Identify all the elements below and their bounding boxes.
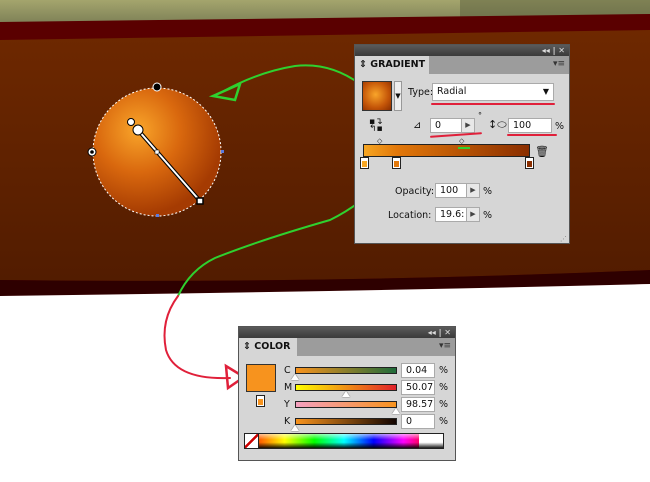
channel-slider[interactable]	[295, 367, 397, 374]
degree-symbol: °	[478, 111, 482, 120]
angle-value: 0	[435, 120, 442, 131]
aspect-value: 100	[513, 120, 532, 131]
focus-handle[interactable]	[127, 118, 135, 126]
location-label: Location:	[388, 210, 432, 221]
channel-unit: %	[439, 416, 449, 427]
channel-input[interactable]: 50.07	[401, 380, 435, 395]
stop-indicator-icon	[256, 395, 265, 407]
aspect-ratio-input[interactable]: 100	[508, 118, 552, 133]
tab-label: COLOR	[254, 341, 291, 352]
channel-slider[interactable]	[295, 384, 397, 391]
gradient-slider[interactable]	[363, 144, 530, 157]
reverse-gradient-icon[interactable]: ▪↴ ↰▪	[369, 118, 383, 134]
channel-unit: %	[439, 382, 449, 393]
opacity-value: 100	[440, 185, 459, 196]
channel-input[interactable]: 98.57	[401, 397, 435, 412]
location-unit: %	[483, 210, 493, 221]
angle-icon: ⊿	[413, 120, 422, 131]
channel-value: 0.04	[406, 365, 428, 376]
channel-label: Y	[284, 399, 290, 410]
midpoint-handle[interactable]	[154, 149, 160, 155]
aspect-unit: %	[555, 121, 565, 132]
channel-unit: %	[439, 399, 449, 410]
tab-label: GRADIENT	[370, 59, 426, 70]
thumbnail-dropdown-icon[interactable]: ▼	[394, 81, 402, 111]
tab-arrows-icon: ⇕	[359, 59, 367, 70]
channel-label: K	[284, 416, 291, 427]
channel-slider-thumb[interactable]	[342, 391, 351, 397]
green-marker	[458, 147, 470, 149]
opacity-unit: %	[483, 186, 493, 197]
top-handle[interactable]	[152, 82, 162, 92]
left-handle[interactable]	[90, 150, 94, 154]
aspect-ratio-icon: ↕⬭	[488, 118, 507, 131]
none-color-icon[interactable]	[245, 434, 259, 448]
tab-gradient[interactable]: ⇕ GRADIENT	[355, 56, 429, 74]
gradient-stop-selected[interactable]	[392, 157, 401, 169]
red-underline	[507, 134, 557, 136]
location-value: 19.6:	[440, 209, 465, 220]
fill-swatch[interactable]	[246, 364, 276, 392]
type-select[interactable]: Radial ▼	[432, 83, 554, 101]
channel-slider-thumb[interactable]	[391, 408, 400, 414]
opacity-input[interactable]: 100	[435, 183, 467, 198]
panel-menu-icon[interactable]: ▾≡	[439, 341, 451, 351]
channel-unit: %	[439, 365, 449, 376]
end-handle[interactable]	[196, 197, 204, 205]
channel-slider[interactable]	[295, 418, 397, 425]
red-underline	[429, 132, 483, 138]
channel-value: 0	[406, 416, 413, 427]
angle-stepper[interactable]: ▶	[461, 118, 475, 133]
panel-menu-icon[interactable]: ▾≡	[553, 59, 565, 69]
channel-label: M	[284, 382, 293, 393]
gradient-stop[interactable]	[360, 157, 369, 169]
panel-titlebar[interactable]: ◂◂ | ✕	[239, 327, 455, 338]
resize-grip[interactable]: ⋰	[560, 235, 567, 243]
gradient-thumbnail[interactable]	[362, 81, 392, 111]
gradient-panel: ◂◂ | ✕ ⇕ GRADIENT ▾≡ ▼ Type: Radial ▼ ▪↴ ↰…	[354, 44, 570, 244]
tab-color[interactable]: ⇕ COLOR	[239, 338, 297, 356]
location-input[interactable]: 19.6:	[435, 207, 467, 222]
channel-slider-thumb[interactable]	[291, 374, 300, 380]
channel-label: C	[284, 365, 291, 376]
gradient-stop[interactable]	[525, 157, 534, 169]
tab-arrows-icon: ⇕	[243, 341, 251, 352]
type-label: Type:	[408, 87, 434, 98]
chevron-down-icon: ▼	[542, 87, 549, 96]
panel-titlebar[interactable]: ◂◂ | ✕	[355, 45, 569, 56]
channel-slider-thumb[interactable]	[291, 425, 299, 431]
red-underline	[431, 103, 555, 105]
collapse-close-controls[interactable]: ◂◂ | ✕	[542, 45, 565, 56]
channel-input[interactable]: 0	[401, 414, 435, 429]
trash-icon[interactable]: 🗑	[535, 145, 549, 158]
collapse-close-controls[interactable]: ◂◂ | ✕	[428, 327, 451, 338]
type-value: Radial	[437, 86, 467, 97]
origin-handle[interactable]	[132, 124, 144, 136]
opacity-stepper[interactable]: ▶	[466, 183, 480, 198]
location-stepper[interactable]: ▶	[466, 207, 480, 222]
channel-input[interactable]: 0.04	[401, 363, 435, 378]
channel-value: 50.07	[406, 382, 434, 393]
channel-slider[interactable]	[295, 401, 397, 408]
color-spectrum[interactable]	[244, 433, 444, 449]
channel-value: 98.57	[406, 399, 434, 410]
opacity-label: Opacity:	[395, 186, 435, 197]
color-panel: ◂◂ | ✕ ⇕ COLOR ▾≡ C 0.04 % M 50.07 % Y 98.…	[238, 326, 456, 461]
angle-input[interactable]: 0	[430, 118, 462, 133]
